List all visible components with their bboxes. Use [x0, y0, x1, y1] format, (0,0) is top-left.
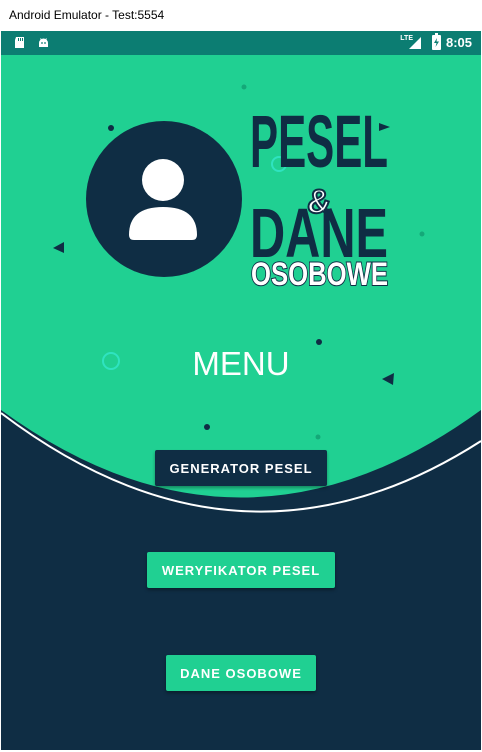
logo-line-pesel: PESEL	[250, 105, 388, 183]
user-icon	[129, 159, 197, 240]
window-title: Android Emulator - Test:5554	[9, 8, 165, 22]
main-content: PESEL & DANE OSOBOWE MENU GENERATOR PESE…	[1, 55, 481, 750]
logo-line-osobowe: OSOBOWE	[251, 256, 388, 287]
sd-card-icon	[15, 37, 24, 48]
app-logo: PESEL & DANE OSOBOWE	[249, 105, 394, 287]
device-screen: LTE 8:05 PESEL & DANE OSOBOWE MENU GENER…	[1, 31, 481, 750]
android-icon	[39, 38, 48, 47]
menu-title: MENU	[192, 345, 290, 382]
status-bar: LTE 8:05	[1, 31, 481, 55]
avatar	[86, 121, 242, 277]
status-time: 8:05	[445, 35, 472, 50]
signal-icon	[409, 37, 421, 49]
dane-osobowe-button[interactable]: DANE OSOBOWE	[166, 655, 316, 691]
generator-pesel-button[interactable]: GENERATOR PESEL	[155, 450, 327, 486]
window-titlebar: Android Emulator - Test:5554	[0, 0, 482, 31]
weryfikator-pesel-button[interactable]: WERYFIKATOR PESEL	[147, 552, 335, 588]
battery-icon	[432, 33, 441, 50]
